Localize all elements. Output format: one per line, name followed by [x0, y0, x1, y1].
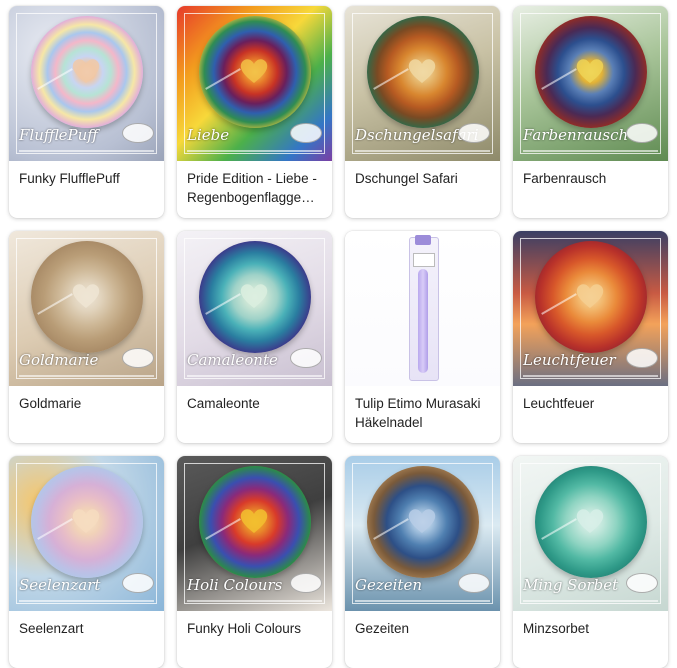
product-title[interactable]: Seelenzart: [19, 619, 156, 638]
crochet-hook-icon: [418, 269, 428, 373]
product-image[interactable]: Camaleonte: [177, 231, 332, 386]
product-title[interactable]: Funky FlufflePuff: [19, 169, 156, 188]
product-grid: FlufflePuff Funky FlufflePuff Liebe Prid…: [0, 0, 677, 668]
product-card-goldmarie[interactable]: Goldmarie Goldmarie: [9, 231, 164, 443]
product-image[interactable]: Farbenrausch: [513, 6, 668, 161]
brand-logo-icon: [290, 348, 322, 368]
product-image[interactable]: Holi Colours: [177, 456, 332, 611]
brand-logo-icon: [626, 348, 658, 368]
product-image[interactable]: Leuchtfeuer: [513, 231, 668, 386]
brand-logo-icon: [290, 573, 322, 593]
product-image[interactable]: Liebe: [177, 6, 332, 161]
product-title[interactable]: Minzsorbet: [523, 619, 660, 638]
product-title[interactable]: Funky Holi Colours: [187, 619, 324, 638]
product-title[interactable]: Camaleonte: [187, 394, 324, 413]
product-image-script-label: Leuchtfeuer: [523, 351, 616, 369]
product-image-script-label: Goldmarie: [19, 351, 99, 369]
brand-logo-icon: [122, 123, 154, 143]
product-card-tulip-etimo-murasaki[interactable]: Tulip Etimo Murasaki Häkelnadel: [345, 231, 500, 443]
brand-logo-icon: [122, 348, 154, 368]
product-image[interactable]: Dschungelsafari: [345, 6, 500, 161]
product-image[interactable]: FlufflePuff: [9, 6, 164, 161]
brand-logo-icon: [290, 123, 322, 143]
product-image-script-label: Farbenrausch: [523, 126, 629, 144]
product-card-minzsorbet[interactable]: Ming Sorbet Minzsorbet: [513, 456, 668, 668]
brand-logo-icon: [626, 123, 658, 143]
product-card-farbenrausch[interactable]: Farbenrausch Farbenrausch: [513, 6, 668, 218]
product-title[interactable]: Tulip Etimo Murasaki Häkelnadel: [355, 394, 492, 432]
product-card-funky-holi-colours[interactable]: Holi Colours Funky Holi Colours: [177, 456, 332, 668]
product-image-script-label: Gezeiten: [355, 576, 423, 594]
brand-logo-icon: [458, 123, 490, 143]
product-image[interactable]: Seelenzart: [9, 456, 164, 611]
product-image-script-label: FlufflePuff: [19, 126, 98, 144]
product-title[interactable]: Goldmarie: [19, 394, 156, 413]
product-card-seelenzart[interactable]: Seelenzart Seelenzart: [9, 456, 164, 668]
product-card-dschungel-safari[interactable]: Dschungelsafari Dschungel Safari: [345, 6, 500, 218]
product-image-script-label: Seelenzart: [19, 576, 101, 594]
product-card-camaleonte[interactable]: Camaleonte Camaleonte: [177, 231, 332, 443]
product-image-script-label: Holi Colours: [187, 576, 283, 594]
product-card-funky-flufflepuff[interactable]: FlufflePuff Funky FlufflePuff: [9, 6, 164, 218]
product-title[interactable]: Leuchtfeuer: [523, 394, 660, 413]
product-image[interactable]: [345, 231, 500, 386]
product-title[interactable]: Farbenrausch: [523, 169, 660, 188]
product-image-script-label: Ming Sorbet: [523, 576, 619, 594]
brand-logo-icon: [458, 573, 490, 593]
product-image-script-label: Camaleonte: [187, 351, 278, 369]
product-title[interactable]: Dschungel Safari: [355, 169, 492, 188]
product-image[interactable]: Goldmarie: [9, 231, 164, 386]
brand-logo-icon: [626, 573, 658, 593]
product-card-leuchtfeuer[interactable]: Leuchtfeuer Leuchtfeuer: [513, 231, 668, 443]
product-image[interactable]: Gezeiten: [345, 456, 500, 611]
product-image-script-label: Liebe: [187, 126, 230, 144]
brand-logo-icon: [122, 573, 154, 593]
product-title[interactable]: Pride Edition - Liebe - Regenbogenflagge…: [187, 169, 324, 207]
product-image[interactable]: Ming Sorbet: [513, 456, 668, 611]
product-card-pride-edition-liebe[interactable]: Liebe Pride Edition - Liebe - Regenbogen…: [177, 6, 332, 218]
product-title[interactable]: Gezeiten: [355, 619, 492, 638]
product-card-gezeiten[interactable]: Gezeiten Gezeiten: [345, 456, 500, 668]
